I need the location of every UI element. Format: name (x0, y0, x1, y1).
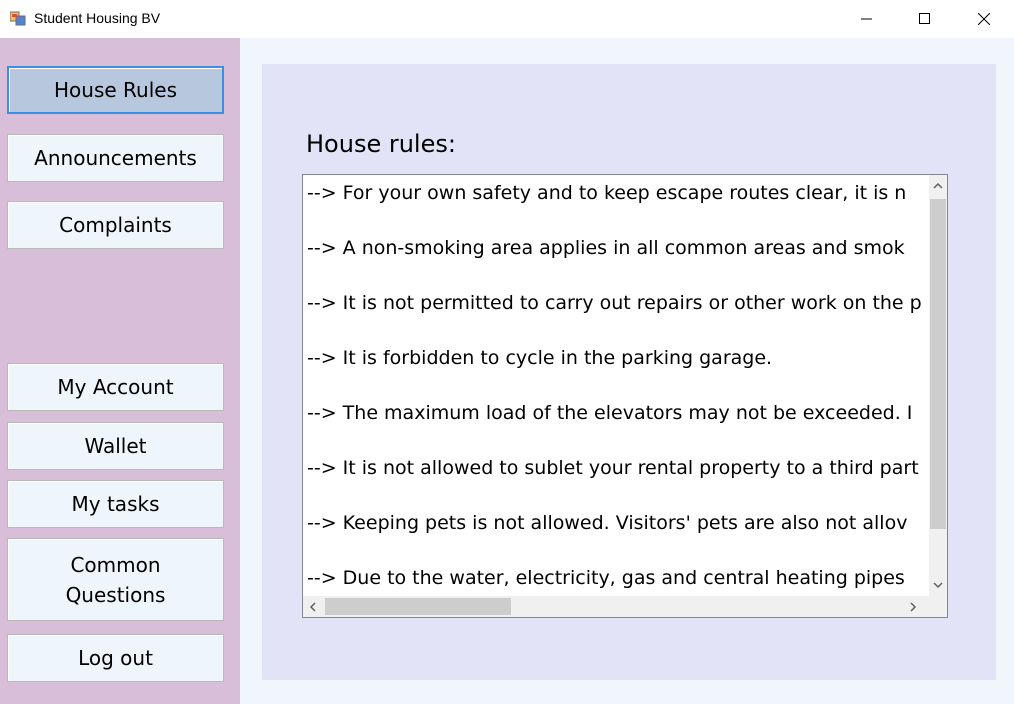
scrollbar-corner (929, 596, 947, 617)
my-account-button[interactable]: My Account (7, 363, 224, 411)
close-icon (978, 13, 990, 25)
window-title: Student Housing BV (34, 10, 161, 26)
log-out-button[interactable]: Log out (7, 634, 224, 682)
title-bar: Student Housing BV (0, 0, 1014, 38)
close-button[interactable] (955, 0, 1013, 38)
rule-item[interactable]: --> Due to the water, electricity, gas a… (307, 564, 927, 595)
scroll-up-button[interactable] (929, 175, 947, 197)
scroll-down-button[interactable] (929, 574, 947, 596)
house-rules-button[interactable]: House Rules (7, 66, 224, 114)
chevron-right-icon (910, 601, 917, 612)
minimize-icon (861, 18, 872, 20)
my-tasks-button[interactable]: My tasks (7, 480, 224, 528)
vertical-scroll-thumb[interactable] (930, 199, 946, 529)
maximize-icon (919, 13, 930, 24)
wallet-button[interactable]: Wallet (7, 422, 224, 470)
vertical-scrollbar[interactable] (929, 175, 947, 596)
horizontal-scrollbar[interactable] (303, 596, 929, 617)
rule-item[interactable]: --> A non-smoking area applies in all co… (307, 234, 927, 289)
rule-item[interactable]: --> For your own safety and to keep esca… (307, 179, 927, 234)
chevron-down-icon (933, 582, 943, 589)
rule-item[interactable]: --> It is forbidden to cycle in the park… (307, 344, 927, 399)
rule-item[interactable]: --> It is not allowed to sublet your ren… (307, 454, 927, 509)
rule-item[interactable]: --> It is not permitted to carry out rep… (307, 289, 927, 344)
chevron-up-icon (933, 182, 943, 189)
house-rules-listbox[interactable]: --> For your own safety and to keep esca… (302, 174, 948, 618)
rule-item[interactable]: --> Keeping pets is not allowed. Visitor… (307, 509, 927, 564)
app-icon (10, 11, 26, 26)
horizontal-scroll-thumb[interactable] (325, 598, 511, 615)
chevron-left-icon (309, 601, 316, 612)
scroll-right-button[interactable] (903, 596, 923, 617)
minimize-button[interactable] (838, 0, 896, 38)
maximize-button[interactable] (896, 0, 954, 38)
scroll-left-button[interactable] (303, 596, 323, 617)
common-questions-button[interactable]: Common Questions (7, 538, 224, 621)
rule-item[interactable]: --> The maximum load of the elevators ma… (307, 399, 927, 454)
complaints-button[interactable]: Complaints (7, 201, 224, 249)
rules-list: --> For your own safety and to keep esca… (307, 179, 927, 595)
page-title: House rules: (306, 130, 456, 158)
announcements-button[interactable]: Announcements (7, 134, 224, 182)
sidebar: House Rules Announcements Complaints My … (0, 38, 240, 704)
